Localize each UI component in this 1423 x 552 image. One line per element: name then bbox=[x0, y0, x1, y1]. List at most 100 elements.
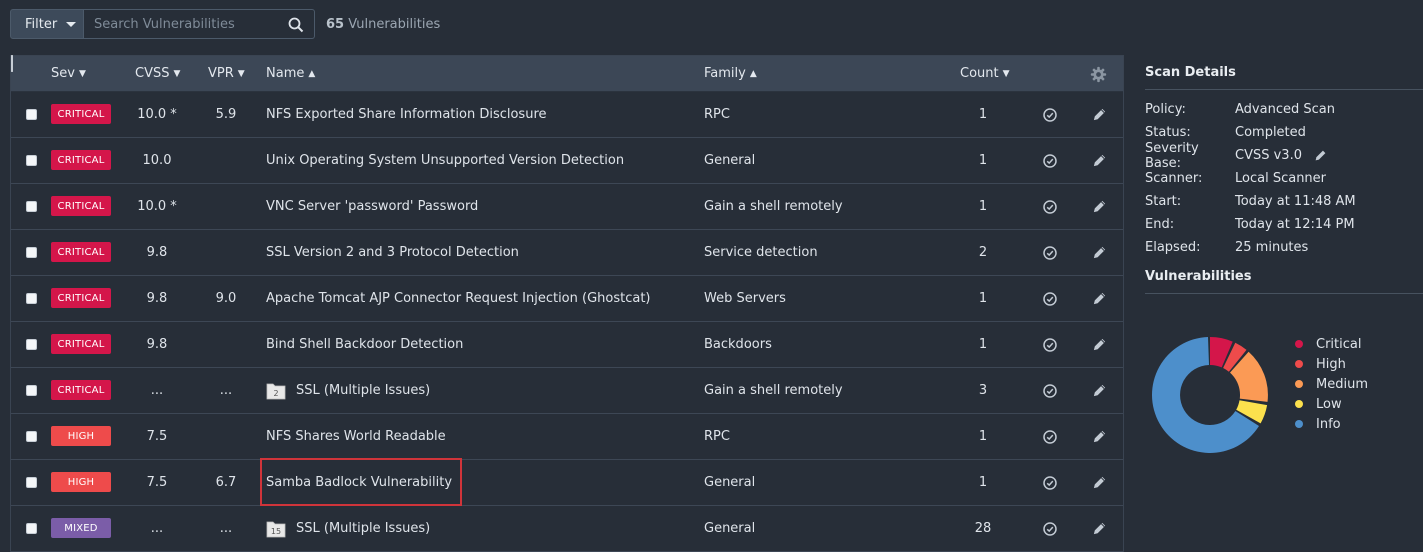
scan-detail-row: Severity Base: CVSS v3.0 bbox=[1145, 141, 1423, 171]
edit-pencil-icon[interactable] bbox=[1092, 337, 1107, 352]
snooze-check-icon[interactable] bbox=[1042, 475, 1058, 491]
snooze-check-icon[interactable] bbox=[1042, 291, 1058, 307]
table-row[interactable]: CRITICAL 10.0 * VNC Server 'password' Pass… bbox=[11, 184, 1123, 230]
vulnerability-name[interactable]: VNC Server 'password' Password bbox=[266, 199, 478, 214]
vulnerability-name[interactable]: SSL (Multiple Issues) bbox=[296, 383, 430, 398]
column-header-vpr[interactable]: VPR ▼ bbox=[208, 66, 245, 81]
row-checkbox[interactable] bbox=[26, 477, 37, 488]
cvss-score: 9.8 bbox=[146, 245, 168, 260]
snooze-check-icon[interactable] bbox=[1042, 337, 1058, 353]
vulnerabilities-title: Vulnerabilities bbox=[1145, 259, 1423, 294]
table-row[interactable]: CRITICAL 9.8 SSL Version 2 and 3 Protocol … bbox=[11, 230, 1123, 276]
scan-detail-row: End: Today at 12:14 PM bbox=[1145, 213, 1423, 236]
vulnerability-name[interactable]: SSL (Multiple Issues) bbox=[296, 521, 430, 536]
scan-details-list: Policy: Advanced Scan Status: Completed Seve… bbox=[1145, 98, 1423, 259]
edit-pencil-icon[interactable] bbox=[1092, 107, 1107, 122]
scan-detail-row: Elapsed: 25 minutes bbox=[1145, 236, 1423, 259]
vulnerability-name[interactable]: NFS Shares World Readable bbox=[266, 429, 446, 444]
vpr-score: 9.0 bbox=[215, 291, 237, 306]
snooze-check-icon[interactable] bbox=[1042, 199, 1058, 215]
table-row[interactable]: CRITICAL 9.8 Bind Shell Backdoor Detection… bbox=[11, 322, 1123, 368]
cvss-score: 10.0 * bbox=[137, 107, 177, 122]
legend-label: Critical bbox=[1316, 336, 1362, 352]
cvss-score: 10.0 * bbox=[137, 199, 177, 214]
cvss-score: 9.8 bbox=[146, 291, 168, 306]
table-row[interactable]: HIGH 7.5 NFS Shares World Readable RPC 1 bbox=[11, 414, 1123, 460]
vulnerability-family: General bbox=[704, 475, 756, 490]
snooze-check-icon[interactable] bbox=[1042, 521, 1058, 537]
scan-detail-key: Scanner: bbox=[1145, 171, 1203, 186]
column-header-family[interactable]: Family ▲ bbox=[704, 66, 757, 81]
vulnerability-name[interactable]: NFS Exported Share Information Disclosur… bbox=[266, 107, 547, 122]
search-input[interactable] bbox=[84, 15, 286, 33]
column-header-sev[interactable]: Sev ▼ bbox=[51, 66, 86, 81]
sort-desc-icon: ▼ bbox=[173, 69, 181, 79]
edit-pencil-icon[interactable] bbox=[1092, 153, 1107, 168]
vulnerability-count-label: Vulnerabilities bbox=[348, 16, 441, 32]
vulnerability-name[interactable]: SSL Version 2 and 3 Protocol Detection bbox=[266, 245, 519, 260]
row-checkbox[interactable] bbox=[26, 431, 37, 442]
column-header-count[interactable]: Count ▼ bbox=[960, 66, 1010, 81]
snooze-check-icon[interactable] bbox=[1042, 245, 1058, 261]
legend-item-critical[interactable]: Critical bbox=[1295, 334, 1368, 354]
edit-pencil-icon[interactable] bbox=[1092, 429, 1107, 444]
vulnerability-family: General bbox=[704, 521, 756, 536]
row-checkbox[interactable] bbox=[26, 385, 37, 396]
vpr-score: 6.7 bbox=[215, 475, 237, 490]
vulnerability-name[interactable]: Apache Tomcat AJP Connector Request Inje… bbox=[266, 291, 651, 306]
table-row[interactable]: HIGH 7.5 6.7 Samba Badlock Vulnerability Gen… bbox=[11, 458, 1123, 506]
snooze-check-icon[interactable] bbox=[1042, 429, 1058, 445]
scan-detail-key: Severity Base: bbox=[1145, 140, 1199, 171]
severity-badge: HIGH bbox=[51, 426, 111, 446]
row-checkbox[interactable] bbox=[26, 247, 37, 258]
vulnerability-family: Web Servers bbox=[704, 291, 786, 306]
table-row[interactable]: CRITICAL 10.0 Unix Operating System Unsupp… bbox=[11, 138, 1123, 184]
filter-button[interactable]: Filter bbox=[10, 9, 84, 39]
snooze-check-icon[interactable] bbox=[1042, 383, 1058, 399]
table-header: Sev ▼ CVSS ▼ VPR ▼ Name ▲ Family ▲ Count ▼ bbox=[11, 55, 1123, 92]
column-header-name[interactable]: Name ▲ bbox=[266, 66, 315, 81]
table-row[interactable]: CRITICAL 9.8 9.0 Apache Tomcat AJP Connecto… bbox=[11, 276, 1123, 322]
edit-pencil-icon[interactable] bbox=[1092, 521, 1107, 536]
table-row[interactable]: CRITICAL 10.0 * 5.9 NFS Exported Share Info… bbox=[11, 92, 1123, 138]
legend-item-high[interactable]: High bbox=[1295, 354, 1368, 374]
row-checkbox[interactable] bbox=[26, 201, 37, 212]
row-checkbox[interactable] bbox=[26, 339, 37, 350]
sort-asc-icon: ▲ bbox=[749, 69, 757, 79]
severity-badge: CRITICAL bbox=[51, 242, 111, 262]
edit-pencil-icon[interactable] bbox=[1092, 475, 1107, 490]
search-icon[interactable] bbox=[288, 17, 304, 33]
row-checkbox[interactable] bbox=[26, 523, 37, 534]
edit-pencil-icon[interactable] bbox=[1092, 383, 1107, 398]
edit-pencil-icon[interactable] bbox=[1092, 245, 1107, 260]
scan-detail-value: Today at 12:14 PM bbox=[1235, 217, 1355, 232]
severity-badge: CRITICAL bbox=[51, 196, 111, 216]
vulnerability-name[interactable]: Bind Shell Backdoor Detection bbox=[266, 337, 463, 352]
select-all-checkbox[interactable] bbox=[11, 55, 13, 72]
table-row[interactable]: MIXED...... 15 SSL (Multiple Issues) Genera… bbox=[11, 506, 1123, 552]
legend-item-info[interactable]: Info bbox=[1295, 414, 1368, 434]
search-box bbox=[84, 9, 315, 39]
snooze-check-icon[interactable] bbox=[1042, 107, 1058, 123]
gear-icon[interactable] bbox=[1090, 66, 1107, 83]
row-checkbox[interactable] bbox=[26, 155, 37, 166]
table-row[interactable]: CRITICAL...... 2 SSL (Multiple Issues) Gain… bbox=[11, 368, 1123, 414]
edit-pencil-icon[interactable] bbox=[1092, 199, 1107, 214]
vulnerabilities-table: Sev ▼ CVSS ▼ VPR ▼ Name ▲ Family ▲ Count ▼ CRI… bbox=[10, 55, 1124, 552]
caret-down-icon bbox=[66, 21, 77, 27]
edit-severity-base-icon[interactable] bbox=[1314, 149, 1327, 162]
cvss-score: 7.5 bbox=[146, 429, 168, 444]
legend-item-low[interactable]: Low bbox=[1295, 394, 1368, 414]
row-checkbox[interactable] bbox=[26, 293, 37, 304]
cvss-score: ... bbox=[150, 521, 164, 536]
vulnerability-name[interactable]: Unix Operating System Unsupported Versio… bbox=[266, 153, 624, 168]
edit-pencil-icon[interactable] bbox=[1092, 291, 1107, 306]
severity-badge: CRITICAL bbox=[51, 288, 111, 308]
legend-item-medium[interactable]: Medium bbox=[1295, 374, 1368, 394]
scan-details-panel: Scan Details Policy: Advanced Scan Status:… bbox=[1145, 55, 1423, 294]
severity-badge: CRITICAL bbox=[51, 104, 111, 124]
column-header-count-label: Count bbox=[960, 66, 999, 81]
snooze-check-icon[interactable] bbox=[1042, 153, 1058, 169]
row-checkbox[interactable] bbox=[26, 109, 37, 120]
column-header-cvss[interactable]: CVSS ▼ bbox=[135, 66, 180, 81]
